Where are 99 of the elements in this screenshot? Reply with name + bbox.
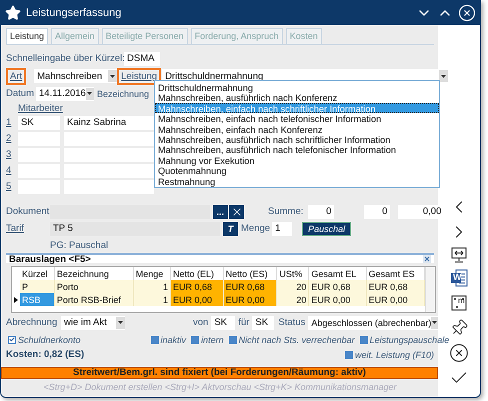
field-label: Tarif [6,223,25,234]
dropdown[interactable]: Abgeschlossen (abrechenbar) [308,316,438,330]
input-field[interactable]: SK [211,316,236,330]
input-field[interactable]: TP 5 [50,222,220,236]
field-label: Art [6,68,26,84]
input-field[interactable] [64,164,154,178]
caret-icon [86,88,94,100]
date-field[interactable]: 14.11.2016 [36,86,94,100]
checkbox[interactable] [191,336,200,344]
monitor-arrows-icon[interactable] [451,247,467,263]
table-cell: EUR 0,00 [366,293,424,306]
row-number[interactable]: 1 [6,117,18,128]
checkbox-label: Leistungspauschale [370,334,450,344]
input-field[interactable]: SK [252,316,274,330]
table-cell: EUR 0,68 [366,280,424,293]
checkbox[interactable] [228,336,237,344]
dropdown-option[interactable]: Mahnung vor Exekution [155,154,439,166]
checkbox[interactable] [8,336,16,344]
table-cell: 1 [133,280,170,293]
sum-field: 0 [308,204,334,218]
table-cell: EUR 0,00 [223,293,277,306]
checkbox[interactable] [150,336,159,344]
field-label: Datum [6,88,35,99]
tarif-button[interactable]: T [223,222,238,236]
star-icon [5,5,21,21]
field-label: Menge [241,223,270,234]
checkbox[interactable] [360,336,368,344]
field-label: Status [278,317,306,328]
dropdown-option[interactable]: Mahnschreiben, einfach nach Konferenz [155,124,439,134]
input-field[interactable]: 1 [272,222,292,236]
input-field[interactable]: DSMA [124,52,160,66]
table-row[interactable]: P Porto 1 EUR 0,68 EUR 0,68 20 EUR 0,68 EUR 0,68 [12,280,424,293]
row-number[interactable]: 2 [6,133,18,144]
section-title: Barauslagen <F5> [9,254,91,264]
table-cell: 20 [276,280,309,293]
input-field[interactable]: Kainz Sabrina [64,116,154,130]
shortcut-hint: <Strg+D> Dokument erstellen <Strg+I> Aktvorschau <Strg+K> Kommunikationsmanager [42,381,398,394]
dropdown-option[interactable]: Restmahnung [155,176,439,186]
dropdown-option[interactable]: Mahnschreiben, einfach nach telefonischer Information [155,113,439,124]
dropdown-option[interactable]: Mahnschreiben, ausführlich nach schriftlicher Information [155,134,439,144]
browse-button[interactable]: ... [213,204,228,218]
caret-icon [108,70,118,82]
caret-icon [116,316,125,328]
table-row[interactable]: RSB Porto RSB-Brief 1 EUR 0,00 EUR 0,00 20 EUR 0,00 EUR 0,00 [12,293,424,306]
input-field[interactable] [64,180,154,194]
clear-button[interactable] [229,204,244,218]
alert-banner: Streitwert/Bem.grl. sind fixiert (bei Forderungen/Räumung: aktiv) [1,367,438,379]
cancel-icon[interactable] [448,343,470,363]
window-title: Leistungserfassung [26,7,122,19]
row-number[interactable]: 5 [6,181,18,192]
sum-field: 0 [364,204,390,218]
caret-icon [439,70,448,82]
sum-field: 0,00 [398,204,444,218]
clear-icon [230,206,242,218]
table-cell: RSB [20,293,54,306]
field-label: Summe: [268,206,304,217]
field-label: Dokument [6,206,50,217]
table-cell: Porto [54,280,134,293]
dropdown-option[interactable]: Mahnschreiben, ausführlich nach telefonischer Information [155,144,439,155]
input-field[interactable]: SK [18,116,60,130]
checkbox-label: inaktiv [160,334,186,344]
table-cell: 20 [276,293,309,306]
field-label: Mitarbeiter [18,103,63,114]
dropdown-option[interactable]: Drittschuldnermahnung [155,82,439,92]
input-field[interactable] [64,132,154,146]
row-pointer-icon [14,296,18,302]
dropdown[interactable]: Mahnschreiben [34,69,118,83]
table-cell: EUR 0,68 [308,280,366,293]
price-group-text: PG: Pauschal [50,240,108,250]
table-cell: 1 [133,293,170,306]
close-icon[interactable] [458,4,476,22]
row-number[interactable]: 4 [6,165,18,176]
field-label: Bezeichnung [97,88,150,98]
table-cell: Porto RSB-Brief [54,293,134,306]
field-label: von [193,317,208,328]
row-number[interactable]: 3 [6,149,18,160]
table-cell: EUR 0,68 [223,280,277,293]
checkbox-label: Nicht nach Sts. verrechenbar [238,334,355,344]
table-cell: P [20,280,54,293]
costs-text: Kosten: 0,82 (ES) [6,349,84,360]
caret-icon [431,316,438,328]
checkbox-label: weit. Leistung (F10) [354,350,434,360]
pauschal-button[interactable]: Pauschal [302,222,352,236]
checkbox-label: intern [201,334,224,344]
checkbox-label: Schuldnerkonto [18,334,81,344]
field-label: Schnelleingabe über Kürzel: [6,53,124,64]
input-field[interactable] [64,148,154,162]
dropdown-option[interactable]: Quotenmahnung [155,165,439,176]
table-cell: EUR 0,00 [308,293,366,306]
field-label: Abrechnung [6,317,58,328]
collapse-icon[interactable] [423,255,431,263]
checkbox[interactable] [344,350,353,358]
dropdown-option[interactable]: Mahnschreiben, ausführlich nach Konferenz [155,92,439,103]
tab[interactable]: Leistung [6,28,48,44]
scrollbar[interactable] [425,267,435,312]
table-cell: EUR 0,68 [170,280,224,293]
dropdown[interactable]: wie im Akt [61,316,125,330]
field-label: für [238,317,250,328]
table-cell: EUR 0,00 [170,293,224,306]
